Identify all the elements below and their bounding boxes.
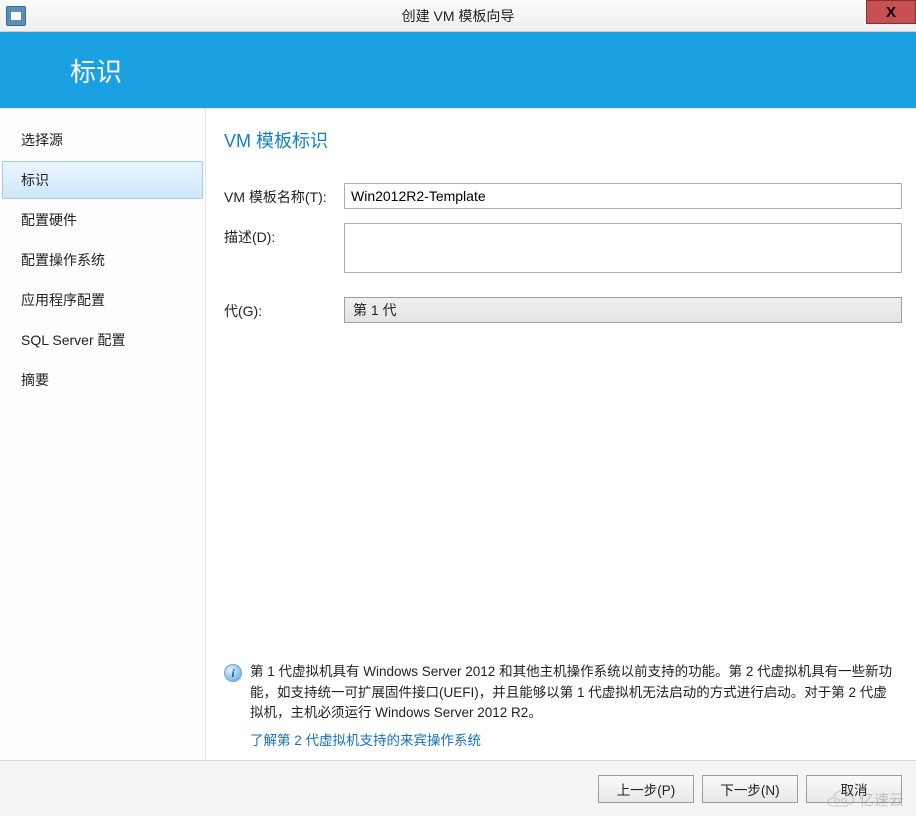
label-description: 描述(D): — [224, 223, 344, 247]
input-template-name[interactable] — [344, 183, 902, 209]
sidebar-item-label: 应用程序配置 — [21, 290, 105, 310]
sidebar-item-summary[interactable]: 摘要 — [2, 361, 203, 399]
info-icon: i — [224, 664, 242, 682]
info-link-gen2-guest-os[interactable]: 了解第 2 代虚拟机支持的来宾操作系统 — [250, 729, 481, 749]
row-description: 描述(D): — [224, 223, 902, 273]
info-content: 第 1 代虚拟机具有 Windows Server 2012 和其他主机操作系统… — [250, 662, 900, 750]
info-block: i 第 1 代虚拟机具有 Windows Server 2012 和其他主机操作… — [224, 642, 902, 750]
sidebar-item-select-source[interactable]: 选择源 — [2, 121, 203, 159]
sidebar-item-identity[interactable]: 标识 — [2, 161, 203, 199]
page-title: 标识 — [70, 52, 122, 89]
cancel-button[interactable]: 取消 — [806, 775, 902, 803]
sidebar-item-label: SQL Server 配置 — [21, 330, 126, 350]
select-generation-value: 第 1 代 — [353, 300, 397, 320]
wizard-header: 标识 — [0, 32, 916, 108]
sidebar-item-label: 配置操作系统 — [21, 250, 105, 270]
main-panel: VM 模板标识 VM 模板名称(T): 描述(D): 代(G): 第 1 代 i… — [206, 109, 916, 760]
label-template-name: VM 模板名称(T): — [224, 183, 344, 207]
previous-button[interactable]: 上一步(P) — [598, 775, 694, 803]
content-area: 选择源 标识 配置硬件 配置操作系统 应用程序配置 SQL Server 配置 … — [0, 108, 916, 760]
wizard-steps-sidebar: 选择源 标识 配置硬件 配置操作系统 应用程序配置 SQL Server 配置 … — [0, 109, 206, 760]
sidebar-item-label: 配置硬件 — [21, 210, 77, 230]
window-title: 创建 VM 模板向导 — [0, 6, 916, 26]
sidebar-item-label: 选择源 — [21, 130, 63, 150]
row-generation: 代(G): 第 1 代 — [224, 297, 902, 323]
titlebar: 创建 VM 模板向导 X — [0, 0, 916, 32]
sidebar-item-configure-hardware[interactable]: 配置硬件 — [2, 201, 203, 239]
select-generation[interactable]: 第 1 代 — [344, 297, 902, 323]
sidebar-item-label: 标识 — [21, 170, 49, 190]
label-generation: 代(G): — [224, 297, 344, 321]
app-icon — [6, 6, 26, 26]
close-button[interactable]: X — [866, 0, 916, 24]
row-template-name: VM 模板名称(T): — [224, 183, 902, 209]
section-title: VM 模板标识 — [224, 127, 902, 153]
sidebar-item-app-config[interactable]: 应用程序配置 — [2, 281, 203, 319]
info-text: 第 1 代虚拟机具有 Windows Server 2012 和其他主机操作系统… — [250, 662, 900, 723]
next-button[interactable]: 下一步(N) — [702, 775, 798, 803]
sidebar-item-label: 摘要 — [21, 370, 49, 390]
sidebar-item-configure-os[interactable]: 配置操作系统 — [2, 241, 203, 279]
textarea-description[interactable] — [344, 223, 902, 273]
wizard-footer: 上一步(P) 下一步(N) 取消 — [0, 760, 916, 816]
sidebar-item-sql-server-config[interactable]: SQL Server 配置 — [2, 321, 203, 359]
